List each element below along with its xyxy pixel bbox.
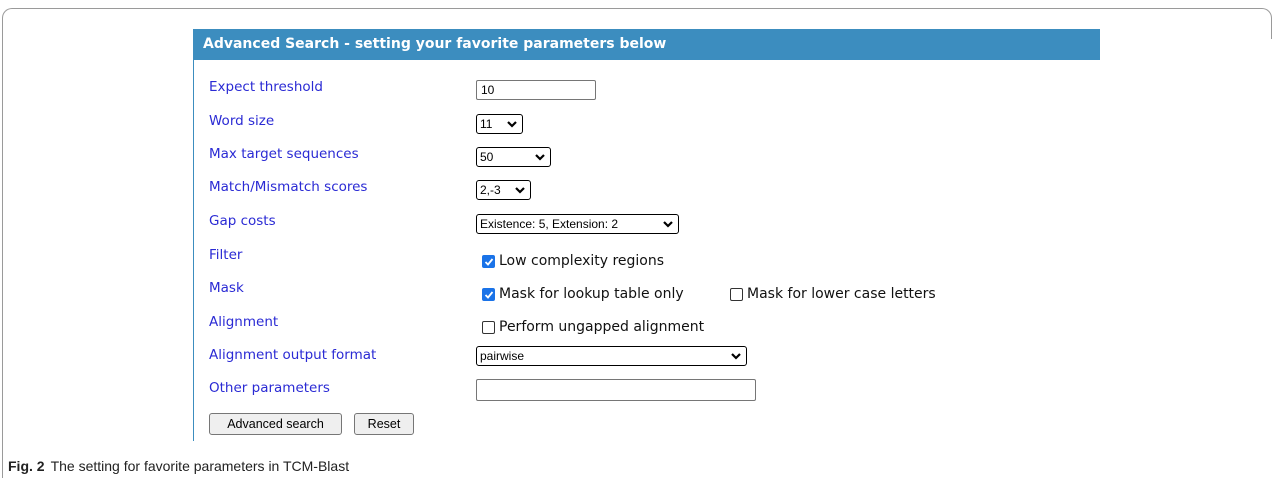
- alignment-output-format-label: Alignment output format: [209, 347, 377, 363]
- gap-costs-label: Gap costs: [209, 213, 276, 229]
- figure-caption-text: The setting for favorite parameters in T…: [50, 458, 350, 474]
- other-parameters-label: Other parameters: [209, 380, 330, 396]
- chevron-down-icon: [515, 187, 525, 194]
- checkmark-icon: [484, 257, 494, 266]
- panel-header: Advanced Search - setting your favorite …: [193, 29, 1100, 60]
- match-mismatch-value: 2,-3: [480, 183, 501, 197]
- max-target-sequences-label: Max target sequences: [209, 146, 359, 162]
- chevron-down-icon: [731, 353, 741, 360]
- match-mismatch-select[interactable]: 2,-3: [476, 180, 531, 200]
- word-size-value: 11: [480, 117, 493, 131]
- low-complexity-checkbox[interactable]: [482, 254, 495, 268]
- panel-left-rule: [193, 60, 194, 441]
- filter-low-complexity-option[interactable]: Low complexity regions: [482, 253, 664, 269]
- low-complexity-text: Low complexity regions: [499, 253, 665, 269]
- checkmark-icon: [484, 290, 494, 299]
- chevron-down-icon: [535, 154, 545, 161]
- expect-threshold-input[interactable]: 10: [476, 80, 596, 100]
- ungapped-alignment-text: Perform ungapped alignment: [499, 319, 705, 335]
- mask-lookup-table-checkbox[interactable]: [482, 287, 495, 301]
- chevron-down-icon: [507, 121, 517, 128]
- expect-threshold-label: Expect threshold: [209, 79, 323, 95]
- figure-caption: Fig. 2 The setting for favorite parameter…: [8, 458, 349, 474]
- figure-number: Fig. 2: [8, 458, 45, 474]
- alignment-label: Alignment: [209, 314, 279, 330]
- mask-lower-case-checkbox[interactable]: [730, 287, 743, 301]
- filter-label: Filter: [209, 247, 243, 263]
- mask-label: Mask: [209, 280, 244, 296]
- chevron-down-icon: [663, 221, 673, 228]
- match-mismatch-label: Match/Mismatch scores: [209, 179, 368, 195]
- advanced-search-panel: Advanced Search - setting your favorite …: [193, 29, 1100, 441]
- word-size-label: Word size: [209, 113, 275, 129]
- alignment-output-format-select[interactable]: pairwise: [476, 346, 747, 366]
- max-target-sequences-value: 50: [480, 150, 494, 164]
- mask-lookup-table-option[interactable]: Mask for lookup table only: [482, 286, 684, 302]
- mask-lower-case-option[interactable]: Mask for lower case letters: [730, 286, 936, 302]
- ungapped-alignment-checkbox[interactable]: [482, 320, 495, 334]
- word-size-select[interactable]: 11: [476, 114, 523, 134]
- ungapped-alignment-option[interactable]: Perform ungapped alignment: [482, 319, 704, 335]
- mask-lookup-table-text: Mask for lookup table only: [499, 286, 684, 302]
- alignment-output-format-value: pairwise: [480, 349, 525, 363]
- mask-lower-case-text: Mask for lower case letters: [747, 286, 936, 302]
- max-target-sequences-select[interactable]: 50: [476, 147, 551, 167]
- advanced-search-button[interactable]: Advanced search: [209, 413, 342, 435]
- reset-button[interactable]: Reset: [354, 413, 414, 435]
- gap-costs-select[interactable]: Existence: 5, Extension: 2: [476, 214, 679, 234]
- other-parameters-input[interactable]: [476, 379, 756, 401]
- gap-costs-value: Existence: 5, Extension: 2: [480, 217, 619, 231]
